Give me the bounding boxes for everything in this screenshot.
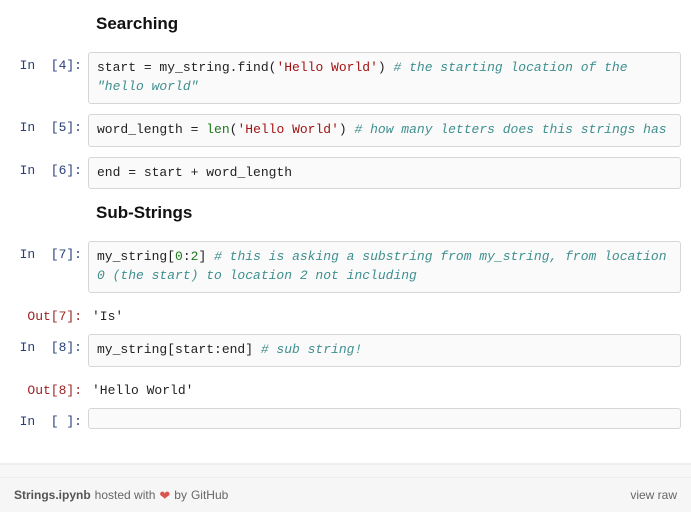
output-out-7: 'Is'	[88, 303, 681, 324]
cell-in-8: In [8]: my_string[start:end] # sub strin…	[10, 334, 681, 367]
cell-in-4: In [4]: start = my_string.find('Hello Wo…	[10, 52, 681, 104]
code-token: )	[378, 60, 394, 75]
prompt-out-8: Out[8]:	[10, 377, 88, 398]
code-token: =	[128, 165, 136, 180]
gist-hosted-text: hosted with	[95, 488, 156, 502]
cell-out-8: Out[8]: 'Hello World'	[10, 377, 681, 398]
code-string: 'Hello World'	[276, 60, 377, 75]
prompt-in-4: In [4]:	[10, 52, 88, 104]
code-in-6[interactable]: end = start + word_length	[88, 157, 681, 190]
notebook-scroll[interactable]: Searching In [4]: start = my_string.find…	[0, 0, 691, 464]
cell-in-blank: In [ ]:	[10, 408, 681, 429]
prompt-in-8: In [8]:	[10, 334, 88, 367]
code-in-blank[interactable]	[88, 408, 681, 429]
code-comment: # how many letters does this strings has	[355, 122, 667, 137]
code-in-8[interactable]: my_string[start:end] # sub string!	[88, 334, 681, 367]
view-raw-link[interactable]: view raw	[630, 488, 677, 502]
gist-filename-link[interactable]: Strings.ipynb	[14, 488, 91, 502]
horizontal-scrollbar[interactable]	[0, 464, 691, 478]
code-comment: # sub string!	[261, 342, 362, 357]
code-token: word_length	[97, 122, 191, 137]
cell-in-6: In [6]: end = start + word_length	[10, 157, 681, 190]
code-token: my_string[	[97, 249, 175, 264]
code-token: end	[97, 165, 128, 180]
cell-out-7: Out[7]: 'Is'	[10, 303, 681, 324]
output-out-8: 'Hello World'	[88, 377, 681, 398]
prompt-out-7: Out[7]:	[10, 303, 88, 324]
gist-host-link[interactable]: GitHub	[191, 488, 228, 502]
code-token: ]	[198, 249, 214, 264]
prompt-in-5: In [5]:	[10, 114, 88, 147]
code-number: 0	[175, 249, 183, 264]
code-token: my_string.find(	[152, 60, 277, 75]
heart-icon: ❤	[159, 489, 170, 502]
prompt-in-blank: In [ ]:	[10, 408, 88, 429]
code-token: my_string[start:end]	[97, 342, 261, 357]
code-builtin: len	[206, 122, 229, 137]
gist-footer: Strings.ipynb hosted with ❤ by GitHub vi…	[0, 478, 691, 512]
code-string: 'Hello World'	[237, 122, 338, 137]
code-in-5[interactable]: word_length = len('Hello World') # how m…	[88, 114, 681, 147]
code-token: start + word_length	[136, 165, 292, 180]
code-token: :	[183, 249, 191, 264]
viewport: Searching In [4]: start = my_string.find…	[0, 0, 691, 512]
heading-substrings: Sub-Strings	[96, 203, 687, 223]
prompt-in-7: In [7]:	[10, 241, 88, 293]
cell-in-5: In [5]: word_length = len('Hello World')…	[10, 114, 681, 147]
code-token: =	[144, 60, 152, 75]
code-token: start	[97, 60, 144, 75]
code-in-4[interactable]: start = my_string.find('Hello World') # …	[88, 52, 681, 104]
cell-in-7: In [7]: my_string[0:2] # this is asking …	[10, 241, 681, 293]
gist-by-text: by	[174, 488, 187, 502]
code-token: )	[339, 122, 355, 137]
prompt-in-6: In [6]:	[10, 157, 88, 190]
code-in-7[interactable]: my_string[0:2] # this is asking a substr…	[88, 241, 681, 293]
gist-footer-left: Strings.ipynb hosted with ❤ by GitHub	[14, 488, 228, 502]
heading-searching: Searching	[96, 14, 687, 34]
